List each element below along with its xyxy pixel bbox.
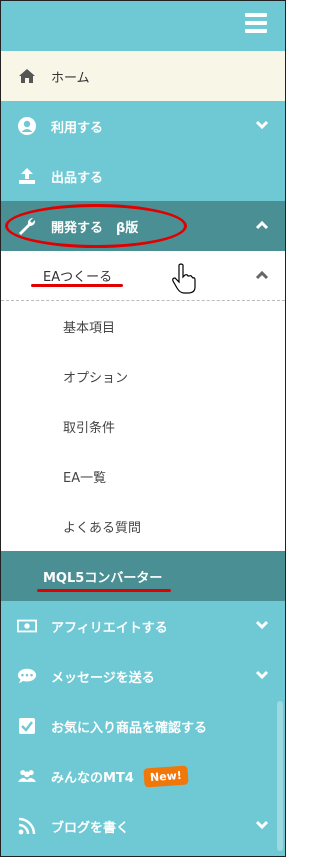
- submenu-label: 基本項目: [63, 320, 116, 336]
- menu-item-mql5-converter[interactable]: MQL5コンバーター: [1, 551, 285, 601]
- submenu-item-ea-list[interactable]: EA一覧: [1, 451, 285, 501]
- chevron-down-icon: [255, 120, 269, 130]
- side-menu: ホーム 利用する 出品する 開発する β版 EAつくーる 基本項目 オプション …: [0, 0, 286, 857]
- chevron-down-icon: [255, 620, 269, 630]
- rss-icon: [17, 816, 37, 836]
- user-circle-icon: [17, 116, 37, 136]
- menu-item-message[interactable]: メッセージを送る: [1, 651, 285, 701]
- menu-label-ea-tsukuru: EAつくーる: [43, 270, 113, 285]
- underline-ea-tsukuru: [31, 284, 123, 287]
- menu-item-ea-tsukuru[interactable]: EAつくーる: [1, 251, 285, 301]
- menu-item-favorites[interactable]: お気に入り商品を確認する: [1, 701, 285, 751]
- menu-item-sell[interactable]: 出品する: [1, 151, 285, 201]
- submenu-item-basic[interactable]: 基本項目: [1, 301, 285, 351]
- menu-item-affiliate[interactable]: アフィリエイトする: [1, 601, 285, 651]
- submenu-item-options[interactable]: オプション: [1, 351, 285, 401]
- menu-label-favorites: お気に入り商品を確認する: [51, 720, 208, 736]
- chevron-up-icon: [255, 270, 269, 280]
- menu-label-mql5-converter: MQL5コンバーター: [43, 570, 163, 586]
- menu-label-mt4: みんなのMT4: [51, 770, 134, 786]
- new-badge: New!: [143, 764, 189, 788]
- checkbox-icon: [17, 716, 37, 736]
- users-icon: [17, 766, 37, 786]
- home-icon: [17, 66, 37, 86]
- scrollbar[interactable]: [277, 701, 283, 851]
- hand-cursor-icon: [172, 263, 196, 294]
- menu-label-use: 利用する: [51, 120, 104, 136]
- menu-item-home[interactable]: ホーム: [1, 51, 285, 101]
- submenu-item-faq[interactable]: よくある質問: [1, 501, 285, 551]
- chevron-down-icon: [255, 820, 269, 830]
- submenu-label: EA一覧: [63, 470, 107, 486]
- menu-item-mt4[interactable]: みんなのMT4 New!: [1, 751, 285, 801]
- menu-item-blog[interactable]: ブログを書く: [1, 801, 285, 851]
- menu-label-sell: 出品する: [51, 170, 104, 186]
- highlight-ellipse: [5, 204, 187, 248]
- menu-item-use[interactable]: 利用する: [1, 101, 285, 151]
- chevron-up-icon: [255, 220, 269, 230]
- menu-label-affiliate: アフィリエイトする: [51, 620, 168, 636]
- underline-mql5: [37, 589, 171, 592]
- menu-label-home: ホーム: [51, 70, 90, 86]
- submenu-label: オプション: [63, 370, 129, 386]
- chevron-down-icon: [255, 670, 269, 680]
- submenu-label: よくある質問: [63, 520, 142, 536]
- upload-icon: [17, 166, 37, 186]
- chat-icon: [17, 666, 37, 686]
- submenu-label: 取引条件: [63, 420, 116, 436]
- top-bar: [1, 1, 285, 51]
- menu-label-message: メッセージを送る: [51, 670, 155, 686]
- submenu-item-trade-conditions[interactable]: 取引条件: [1, 401, 285, 451]
- menu-label-blog: ブログを書く: [51, 820, 130, 836]
- money-icon: [17, 616, 37, 636]
- hamburger-menu-icon[interactable]: [245, 13, 267, 33]
